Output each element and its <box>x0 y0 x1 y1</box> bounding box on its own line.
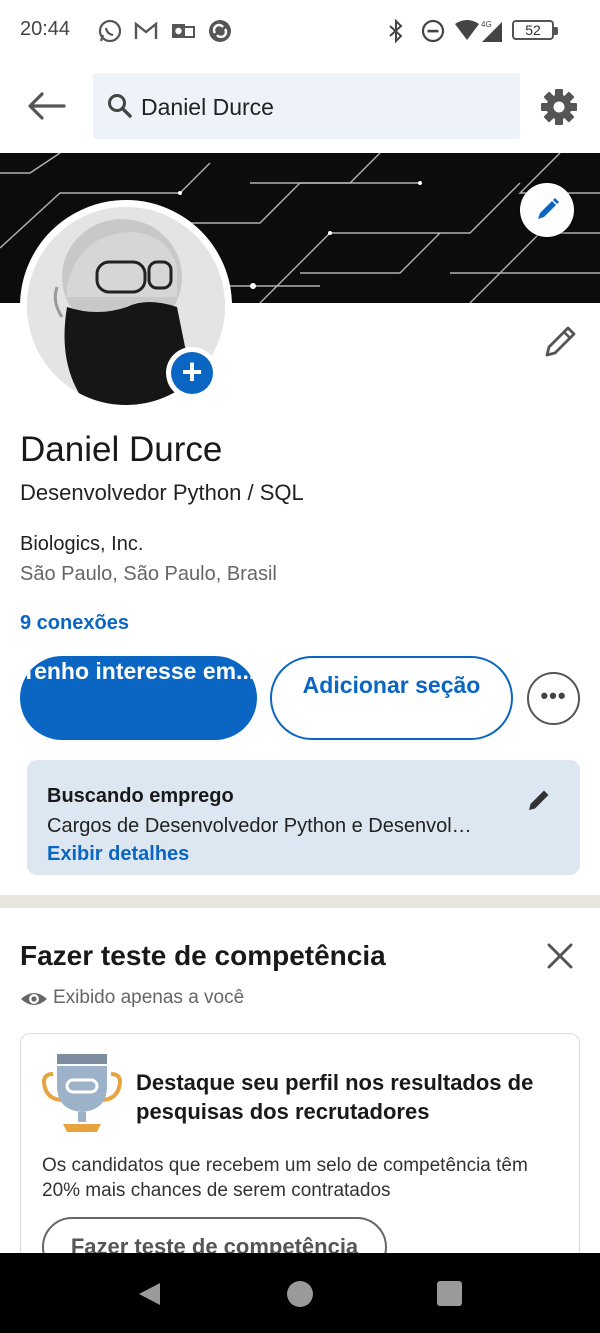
status-bar: 20:44 4G 52 <box>0 0 600 60</box>
skill-section-title: Fazer teste de competência <box>20 940 386 971</box>
back-arrow-icon[interactable] <box>22 86 70 126</box>
whatsapp-icon <box>98 19 122 43</box>
connections-link[interactable]: 9 conexões <box>20 612 129 635</box>
search-value: Daniel Durce <box>141 94 274 120</box>
job-card-description: Cargos de Desenvolvedor Python e Desenvo… <box>47 815 472 837</box>
pencil-icon <box>538 198 559 219</box>
battery-icon: 52 <box>512 20 558 40</box>
profile-name: Daniel Durce <box>20 430 223 469</box>
plus-icon: + <box>171 352 213 394</box>
profile-location: São Paulo, São Paulo, Brasil <box>20 563 277 585</box>
profile-headline: Desenvolvedor Python / SQL <box>20 480 304 505</box>
eye-icon <box>21 993 47 1005</box>
top-nav: Daniel Durce <box>0 60 600 154</box>
recents-square-icon[interactable] <box>437 1281 462 1306</box>
visibility-text: Exibido apenas a você <box>53 987 245 1008</box>
sync-icon <box>209 20 231 42</box>
open-to-work-card: Buscando emprego Cargos de Desenvolvedor… <box>27 760 580 875</box>
section-divider <box>0 895 600 908</box>
gmail-icon <box>134 21 158 39</box>
bluetooth-icon <box>389 18 403 44</box>
show-details-link[interactable]: Exibir detalhes <box>47 843 189 866</box>
network-label: 4G <box>481 20 492 29</box>
trophy-icon <box>42 1054 122 1132</box>
home-circle-icon[interactable] <box>287 1281 313 1307</box>
edit-banner-button[interactable] <box>520 183 574 237</box>
profile-company: Biologics, Inc. <box>20 533 144 555</box>
status-time: 20:44 <box>20 18 71 40</box>
wifi-icon: 4G <box>455 20 502 42</box>
gear-icon[interactable] <box>540 88 578 126</box>
job-card-title: Buscando emprego <box>47 785 234 807</box>
open-to-button[interactable]: Tenho interesse em... <box>20 656 257 740</box>
add-photo-button[interactable]: + <box>166 347 218 399</box>
add-section-button[interactable]: Adicionar seção <box>270 656 513 740</box>
dnd-icon <box>421 19 445 43</box>
system-nav-bar <box>0 1253 600 1333</box>
edit-job-pencil-icon[interactable] <box>525 786 553 814</box>
edit-profile-pencil-icon[interactable] <box>540 322 580 362</box>
close-icon[interactable] <box>544 940 576 972</box>
search-input[interactable]: Daniel Durce <box>93 73 520 139</box>
outlook-icon <box>172 24 195 38</box>
promo-title: Destaque seu perfil nos resultados de pe… <box>136 1070 534 1124</box>
search-icon <box>108 94 132 118</box>
more-options-button[interactable]: ••• <box>527 672 580 725</box>
promo-text: Os candidatos que recebem um selo de com… <box>42 1155 528 1201</box>
back-triangle-icon[interactable] <box>136 1281 162 1307</box>
